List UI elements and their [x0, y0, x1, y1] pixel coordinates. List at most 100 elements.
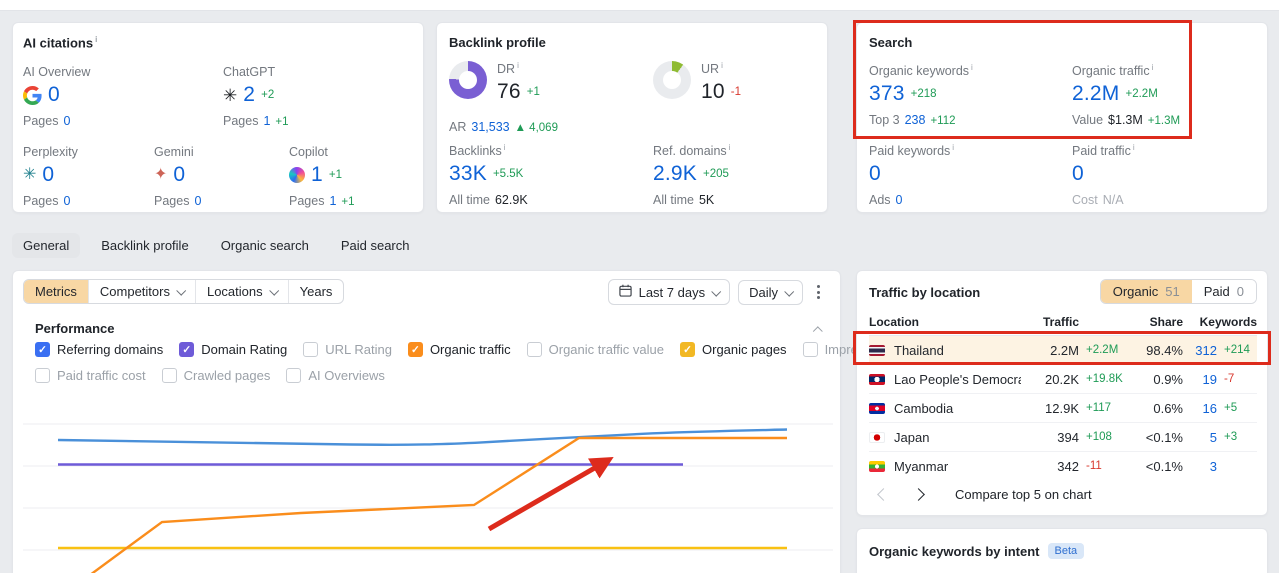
tab-general[interactable]: General [12, 233, 81, 258]
tab-organic-search[interactable]: Organic search [210, 233, 320, 258]
metric-label: Gemini [154, 145, 194, 159]
table-row-cambodia[interactable]: Cambodia 12.9K +117 0.6% 16 +5 [869, 394, 1257, 423]
chevron-down-icon [176, 285, 187, 296]
checkbox-domain-rating[interactable]: Domain Rating [179, 342, 287, 357]
collapse-chevron-icon[interactable] [812, 326, 823, 337]
pages-value[interactable]: 0 [63, 194, 70, 208]
traffic-value: 20.2K [1045, 371, 1079, 387]
checkbox-organic-pages[interactable]: Organic pages [680, 342, 787, 357]
metric-value: 10 [701, 80, 725, 104]
sub-value[interactable]: 0 [896, 193, 903, 207]
next-page-icon[interactable] [912, 488, 925, 501]
table-header-row: Location Traffic Share Keywords [869, 309, 1257, 336]
metric-delta: +1 [526, 86, 540, 99]
more-options-icon[interactable] [811, 281, 826, 303]
tab-backlink-profile[interactable]: Backlink profile [90, 233, 199, 258]
granularity-button[interactable]: Daily [738, 279, 803, 305]
metric-delta: +2 [261, 89, 275, 101]
metric-paid-traffic: Paid traffic 0 Cost N/A [1072, 143, 1135, 207]
keywords-value[interactable]: 16 [1183, 401, 1217, 416]
col-share[interactable]: Share [1127, 315, 1183, 329]
metric-label: Perplexity [23, 145, 78, 159]
beta-badge: Beta [1047, 543, 1085, 559]
metric-value: 1 [311, 163, 323, 186]
pages-value[interactable]: 1 [263, 114, 270, 128]
chart-filter-bar: Metrics Competitors Locations Years [23, 279, 345, 304]
keywords-delta: +3 [1224, 431, 1238, 443]
sub-label: Top 3 [869, 113, 900, 128]
metric-value[interactable]: 0 [1072, 162, 1084, 186]
share-value: 0.9% [1153, 371, 1183, 387]
metric-delta: +205 [703, 168, 729, 181]
table-row-laos[interactable]: Lao People's Democratic Reput 20.2K +19.… [869, 365, 1257, 394]
ar-row: AR 31,533 ▲ 4,069 [449, 120, 558, 134]
locations-segment[interactable]: Locations [196, 280, 289, 303]
sub-value: $1.3M [1108, 113, 1143, 128]
traffic-value: 2.2M [1050, 342, 1079, 358]
metrics-segment[interactable]: Metrics [24, 280, 89, 303]
metric-value[interactable]: 373 [869, 82, 905, 106]
checkbox-organic-traffic-value[interactable]: Organic traffic value [526, 342, 664, 357]
ar-delta: ▲ 4,069 [514, 122, 558, 134]
traffic-value: 12.9K [1045, 400, 1079, 416]
table-row-thailand[interactable]: Thailand 2.2M +2.2M 98.4% 312 +214 [869, 336, 1257, 365]
dr-donut-chart [449, 61, 487, 99]
prev-page-icon[interactable] [877, 488, 890, 501]
paid-toggle-segment[interactable]: Paid 0 [1191, 280, 1256, 303]
gemini-icon: ✦ [154, 166, 168, 183]
locations-label: Locations [206, 284, 263, 299]
keywords-delta: +5 [1224, 402, 1238, 414]
pages-delta: +1 [341, 196, 355, 208]
keywords-value[interactable]: 19 [1183, 372, 1217, 387]
checkbox-icon [303, 342, 319, 357]
checkbox-icon [35, 342, 50, 357]
japan-flag-icon [869, 431, 885, 443]
checkbox-referring-domains[interactable]: Referring domains [35, 342, 163, 357]
metric-copilot: Copilot 1 +1 Pages 1 +1 [289, 145, 355, 208]
metric-value[interactable]: 0 [869, 162, 881, 186]
pages-value[interactable]: 0 [63, 114, 70, 128]
checkbox-url-rating[interactable]: URL Rating [303, 342, 392, 357]
metric-label: Organic traffic [1072, 63, 1180, 78]
organic-toggle-segment[interactable]: Organic 51 [1100, 280, 1192, 303]
competitors-segment[interactable]: Competitors [89, 280, 196, 303]
performance-line-chart[interactable] [13, 391, 842, 573]
pages-value[interactable]: 0 [194, 194, 201, 208]
col-keywords[interactable]: Keywords [1183, 315, 1257, 329]
table-row-japan[interactable]: Japan 394 +108 <0.1% 5 +3 [869, 423, 1257, 452]
checkbox-ai-overviews[interactable]: AI Overviews [286, 368, 385, 383]
metric-value[interactable]: 2.2M [1072, 82, 1120, 106]
checkbox-icon [407, 342, 423, 357]
metric-label: Paid keywords [869, 143, 954, 158]
years-segment[interactable]: Years [289, 280, 344, 303]
competitors-label: Competitors [99, 284, 170, 299]
metric-value[interactable]: 2.9K [653, 162, 697, 186]
location-name: Lao People's Democratic Reput [894, 371, 1021, 387]
checkbox-organic-traffic[interactable]: Organic traffic [407, 342, 511, 357]
checkbox-crawled-pages[interactable]: Crawled pages [161, 368, 270, 383]
table-row-myanmar[interactable]: Myanmar 342 -11 <0.1% 3 [869, 452, 1257, 480]
compare-top5-link[interactable]: Compare top 5 on chart [955, 487, 1092, 502]
checkbox-label: Organic pages [702, 342, 787, 357]
google-g-icon [23, 85, 42, 105]
ar-value[interactable]: 31,533 [471, 120, 509, 134]
chevron-down-icon [268, 285, 279, 296]
metric-value: 0 [48, 83, 60, 106]
keywords-value[interactable]: 312 [1183, 343, 1217, 358]
tab-paid-search[interactable]: Paid search [330, 233, 421, 258]
paid-count: 0 [1236, 284, 1244, 299]
col-traffic[interactable]: Traffic [1021, 315, 1079, 329]
keywords-value[interactable]: 3 [1183, 459, 1217, 474]
checkbox-label: URL Rating [325, 342, 392, 357]
checkbox-icon [802, 342, 818, 357]
checkbox-paid-traffic-cost[interactable]: Paid traffic cost [35, 368, 146, 383]
col-location[interactable]: Location [869, 315, 1021, 329]
pages-value[interactable]: 1 [329, 194, 336, 208]
date-range-button[interactable]: Last 7 days [607, 279, 731, 305]
sub-value[interactable]: 238 [905, 113, 926, 127]
metric-value[interactable]: 33K [449, 162, 487, 186]
metric-gemini: Gemini ✦ 0 Pages 0 [154, 145, 201, 208]
date-range-label: Last 7 days [638, 284, 706, 300]
location-name: Cambodia [894, 400, 954, 416]
keywords-value[interactable]: 5 [1183, 430, 1217, 445]
